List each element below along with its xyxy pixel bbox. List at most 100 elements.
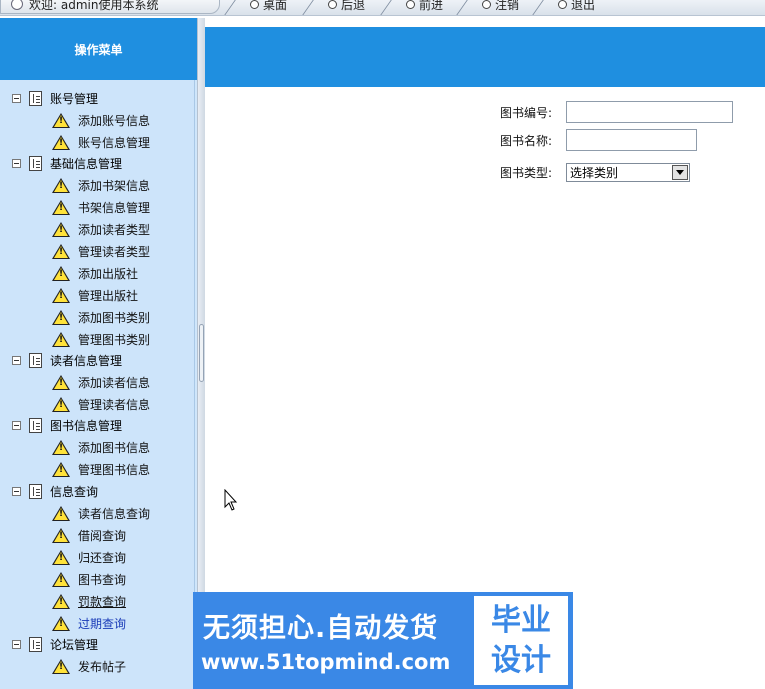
menu-item-label: 过期查询 — [78, 616, 127, 631]
menu-item[interactable]: 管理读者类型 — [52, 241, 150, 261]
menu-item[interactable]: 添加读者类型 — [52, 219, 150, 239]
menu-item[interactable]: 添加出版社 — [52, 263, 138, 283]
menu-item-label: 罚款查询 — [78, 594, 127, 609]
nav-desktop-button[interactable]: 桌面 — [224, 0, 287, 15]
menu-group-forum[interactable]: 论坛管理 — [12, 634, 98, 654]
menu-item[interactable]: 添加书架信息 — [52, 175, 150, 195]
menu-group-label: 账号管理 — [50, 91, 99, 106]
menu-item[interactable]: 图书查询 — [52, 569, 126, 589]
circle-icon — [558, 0, 567, 9]
book-type-row: 图书类型: 选择类别 — [500, 160, 690, 184]
menu-item-label: 图书查询 — [78, 572, 127, 587]
menu-group-reader-info[interactable]: 读者信息管理 — [12, 350, 122, 370]
watermark-banner: 无须担心.自动发货 www.51topmind.com 毕业 设计 — [193, 592, 573, 689]
menu-group-query[interactable]: 信息查询 — [12, 481, 98, 501]
book-id-row: 图书编号: — [500, 100, 733, 124]
content-header-bar — [205, 27, 765, 87]
book-icon — [29, 483, 42, 499]
menu-item-label: 账号信息管理 — [78, 135, 151, 150]
book-id-label: 图书编号: — [500, 105, 553, 120]
menu-tree: 账号管理 添加账号信息 账号信息管理 基础信息管理 添加书架信息 书架信息管理 … — [0, 80, 195, 689]
warning-icon — [52, 374, 70, 390]
menu-item[interactable]: 管理读者信息 — [52, 394, 150, 414]
menu-item[interactable]: 添加读者信息 — [52, 372, 150, 392]
book-icon — [29, 417, 42, 433]
menu-group-book-info[interactable]: 图书信息管理 — [12, 415, 122, 435]
menu-group-label: 论坛管理 — [50, 637, 99, 652]
menu-item[interactable]: 管理图书类别 — [52, 329, 150, 349]
collapse-icon[interactable] — [12, 639, 21, 649]
dropdown-arrow-icon[interactable] — [672, 164, 688, 180]
warning-icon — [52, 309, 70, 325]
menu-group-basic-info[interactable]: 基础信息管理 — [12, 153, 122, 173]
collapse-icon[interactable] — [12, 158, 21, 168]
warning-icon — [52, 615, 70, 631]
sidebar: 操作菜单 账号管理 添加账号信息 账号信息管理 基础信息管理 添加书架信息 — [0, 18, 197, 689]
warning-icon — [52, 439, 70, 455]
warning-icon — [52, 221, 70, 237]
menu-item-label: 添加图书类别 — [78, 310, 151, 325]
menu-item-label: 管理出版社 — [78, 288, 139, 303]
warning-icon — [52, 593, 70, 609]
warning-icon — [52, 331, 70, 347]
warning-icon — [52, 112, 70, 128]
menu-item-label: 管理读者信息 — [78, 397, 151, 412]
menu-item[interactable]: 发布帖子 — [52, 656, 126, 676]
menu-item[interactable]: 归还查询 — [52, 547, 126, 567]
menu-item[interactable]: 添加图书类别 — [52, 307, 150, 327]
collapse-icon[interactable] — [12, 93, 21, 103]
warning-icon — [52, 505, 70, 521]
nav-back-button[interactable]: 后退 — [302, 0, 366, 15]
watermark-logo-box: 毕业 设计 — [474, 596, 568, 685]
menu-item-label: 管理读者类型 — [78, 244, 151, 259]
watermark-box-top: 毕业 — [491, 602, 551, 638]
menu-group-label: 信息查询 — [50, 484, 99, 499]
warning-icon — [52, 199, 70, 215]
menu-item[interactable]: 借阅查询 — [52, 525, 126, 545]
menu-item-label: 归还查询 — [78, 550, 127, 565]
book-type-label: 图书类型: — [500, 165, 553, 180]
menu-item[interactable]: 读者信息查询 — [52, 503, 150, 523]
splitter-handle[interactable] — [199, 324, 204, 382]
nav-back-label: 后退 — [341, 0, 366, 12]
collapse-icon[interactable] — [12, 420, 21, 430]
circle-icon — [482, 0, 491, 9]
welcome-text: 欢迎: admin使用本系统 — [29, 0, 159, 12]
menu-item-label: 添加书架信息 — [78, 178, 151, 193]
collapse-icon[interactable] — [12, 486, 21, 496]
menu-item[interactable]: 管理图书信息 — [52, 459, 150, 479]
nav-forward-button[interactable]: 前进 — [380, 0, 443, 15]
nav-logout-button[interactable]: 注销 — [456, 0, 519, 15]
menu-item-label: 管理图书类别 — [78, 332, 151, 347]
book-id-input[interactable] — [566, 101, 733, 123]
menu-item-label: 借阅查询 — [78, 528, 127, 543]
menu-item[interactable]: 罚款查询 — [52, 591, 126, 611]
watermark-box-bottom: 设计 — [491, 642, 551, 678]
menu-group-account[interactable]: 账号管理 — [12, 88, 98, 108]
nav-exit-button[interactable]: 退出 — [532, 0, 595, 15]
menu-group-label: 读者信息管理 — [50, 353, 123, 368]
book-icon — [29, 90, 42, 106]
menu-item[interactable]: 账号信息管理 — [52, 132, 150, 152]
book-name-label: 图书名称: — [500, 133, 553, 148]
warning-icon — [52, 571, 70, 587]
collapse-icon[interactable] — [12, 355, 21, 365]
book-name-input[interactable] — [566, 129, 697, 151]
menu-item[interactable]: 管理出版社 — [52, 285, 138, 305]
circle-icon — [328, 0, 337, 9]
menu-item[interactable]: 添加图书信息 — [52, 437, 150, 457]
menu-item-label: 添加读者类型 — [78, 222, 151, 237]
menu-item[interactable]: 过期查询 — [52, 613, 126, 633]
book-type-select[interactable]: 选择类别 — [566, 162, 690, 182]
book-icon — [29, 636, 42, 652]
warning-icon — [52, 658, 70, 674]
warning-icon — [52, 396, 70, 412]
sidebar-splitter[interactable] — [197, 18, 205, 689]
menu-item[interactable]: 书架信息管理 — [52, 197, 150, 217]
watermark-url: www.51topmind.com — [201, 650, 451, 674]
circle-icon — [406, 0, 415, 9]
warning-icon — [52, 549, 70, 565]
menu-item-label: 添加图书信息 — [78, 440, 151, 455]
warning-icon — [52, 134, 70, 150]
menu-item[interactable]: 添加账号信息 — [52, 110, 150, 130]
